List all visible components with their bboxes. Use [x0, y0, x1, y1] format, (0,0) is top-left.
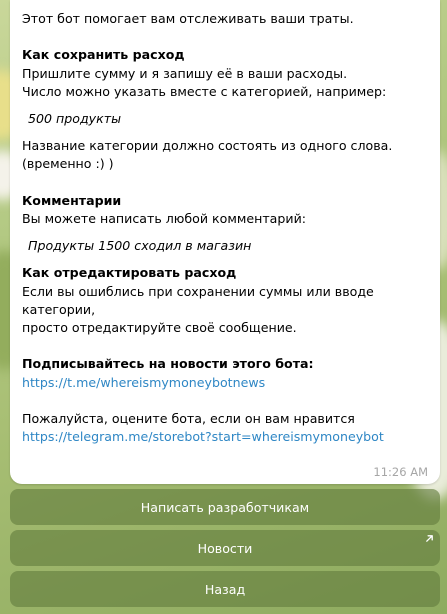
write-developers-button[interactable]: Написать разработчикам [10, 489, 440, 525]
storebot-link[interactable]: https://telegram.me/storebot?start=where… [22, 429, 384, 444]
message-timestamp: 11:26 AM [373, 465, 428, 479]
example-save: 500 продукты [28, 111, 122, 126]
section-title-edit: Как отредактировать расход [22, 265, 237, 281]
note-line2: (временно :) ) [22, 156, 114, 172]
message-text: Этот бот помогает вам отслеживать ваши т… [22, 10, 426, 446]
section-title-save: Как сохранить расход [22, 47, 185, 63]
section-save-line1: Пришлите сумму и я запишу её в ваши расх… [22, 65, 348, 81]
rate-text: Пожалуйста, оцените бота, если он вам нр… [22, 411, 355, 426]
note-line1: Название категории должно состоять из од… [22, 138, 393, 154]
external-link-arrow-icon [426, 535, 433, 542]
write-developers-label: Написать разработчикам [140, 499, 310, 515]
section-title-comments: Комментарии [22, 192, 122, 208]
section-edit-line1: Если вы ошиблись при сохранении суммы ил… [22, 283, 374, 317]
section-save-line2: Число можно указать вместе с категорией,… [22, 83, 387, 99]
back-label: Назад [204, 581, 246, 597]
news-label: Новости [197, 540, 253, 556]
news-button[interactable]: Новости [10, 530, 440, 566]
intro-text: Этот бот помогает вам отслеживать ваши т… [22, 11, 354, 26]
subscribe-title: Подписывайтесь на новости этого бота: [22, 356, 314, 372]
section-edit-line2: просто отредактируйте своё сообщение. [22, 320, 297, 336]
bot-message-bubble: Этот бот помогает вам отслеживать ваши т… [10, 0, 440, 484]
section-comments-line1: Вы можете написать любой комментарий: [22, 211, 307, 226]
example-comment: Продукты 1500 сходил в магазин [28, 238, 252, 254]
news-channel-link[interactable]: https://t.me/whereismymoneybotnews [22, 375, 265, 390]
back-button[interactable]: Назад [10, 571, 440, 607]
